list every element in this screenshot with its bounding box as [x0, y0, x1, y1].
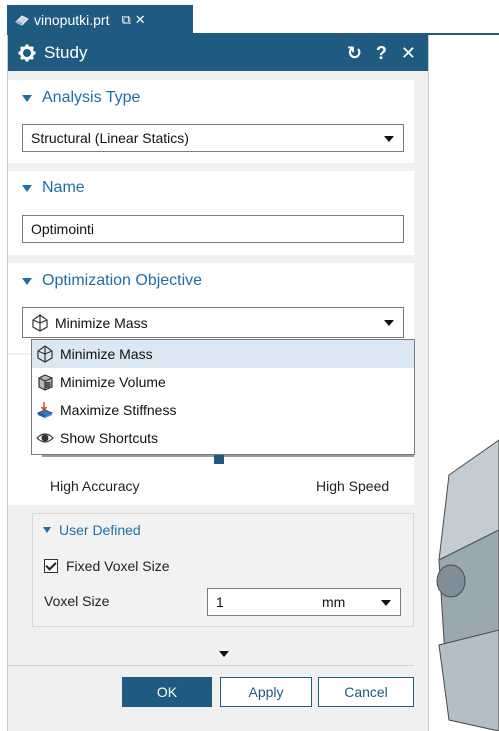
- analysis-type-group: Analysis Type Structural (Linear Statics…: [8, 80, 414, 163]
- accuracy-slider-track[interactable]: [42, 455, 414, 457]
- collapse-triangle-icon: [22, 184, 32, 192]
- close-tab-icon[interactable]: ✕: [135, 12, 146, 28]
- collapse-triangle-icon: [22, 94, 32, 102]
- fixed-voxel-size-row: Fixed Voxel Size: [44, 558, 170, 574]
- high-accuracy-label: High Accuracy: [50, 478, 140, 494]
- collapse-triangle-icon: [43, 527, 51, 533]
- high-speed-label: High Speed: [316, 478, 390, 494]
- optimization-objective-header[interactable]: Optimization Objective: [8, 268, 414, 294]
- dialog-title: Study: [44, 43, 88, 62]
- minimize-mass-icon: [32, 313, 48, 332]
- gear-icon: [18, 44, 36, 62]
- chevron-down-icon: [384, 136, 394, 142]
- reset-icon[interactable]: ↻: [347, 43, 362, 64]
- voxel-size-unit: mm: [322, 594, 346, 610]
- apply-button[interactable]: Apply: [220, 677, 312, 707]
- minimize-volume-icon: [38, 374, 53, 391]
- name-group: Name Optimointi: [8, 171, 414, 255]
- file-name: vinoputki.prt: [34, 12, 110, 28]
- user-defined-header[interactable]: User Defined: [33, 516, 413, 544]
- analysis-type-select[interactable]: Structural (Linear Statics): [22, 124, 404, 152]
- 3d-model-view: [436, 439, 499, 731]
- option-maximize-stiffness[interactable]: Maximize Stiffness: [32, 396, 414, 424]
- fixed-voxel-size-label: Fixed Voxel Size: [66, 558, 170, 574]
- voxel-size-input[interactable]: 1 mm: [207, 588, 401, 616]
- fixed-voxel-size-checkbox[interactable]: [44, 559, 58, 573]
- help-icon[interactable]: ?: [376, 43, 387, 64]
- dialog-title-bar: Study ↻ ? ✕: [8, 35, 428, 71]
- divider: [8, 665, 414, 666]
- app-window: vinoputki.prt ⧉ ✕ Study ↻ ? ✕ Analysis T…: [0, 0, 499, 731]
- minimize-mass-icon: [37, 345, 53, 363]
- accuracy-slider-thumb[interactable]: [214, 454, 225, 464]
- objective-dropdown-list: Minimize Mass Minimize Volume Maximize S…: [31, 339, 415, 455]
- close-dialog-icon[interactable]: ✕: [401, 43, 416, 64]
- more-options-icon[interactable]: [219, 651, 229, 657]
- eye-icon: [36, 433, 54, 443]
- option-minimize-volume[interactable]: Minimize Volume: [32, 368, 414, 396]
- option-show-shortcuts[interactable]: Show Shortcuts: [32, 424, 414, 452]
- voxel-size-label: Voxel Size: [44, 593, 110, 609]
- cancel-button[interactable]: Cancel: [318, 677, 414, 707]
- maximize-stiffness-icon: [36, 402, 54, 418]
- ok-button[interactable]: OK: [122, 677, 212, 707]
- chevron-down-icon: [384, 320, 394, 326]
- analysis-type-header[interactable]: Analysis Type: [8, 85, 414, 111]
- file-tab[interactable]: vinoputki.prt ⧉ ✕: [7, 5, 193, 35]
- unit-dropdown-icon[interactable]: [381, 600, 391, 606]
- optimization-objective-select[interactable]: Minimize Mass: [22, 307, 404, 338]
- name-header[interactable]: Name: [8, 175, 414, 201]
- voxel-size-value: 1: [216, 594, 224, 610]
- pin-icon[interactable]: ⧉: [121, 12, 130, 28]
- collapse-triangle-icon: [22, 277, 32, 285]
- option-minimize-mass[interactable]: Minimize Mass: [32, 340, 414, 368]
- name-input[interactable]: Optimointi: [22, 215, 404, 243]
- part-file-icon: [15, 15, 29, 26]
